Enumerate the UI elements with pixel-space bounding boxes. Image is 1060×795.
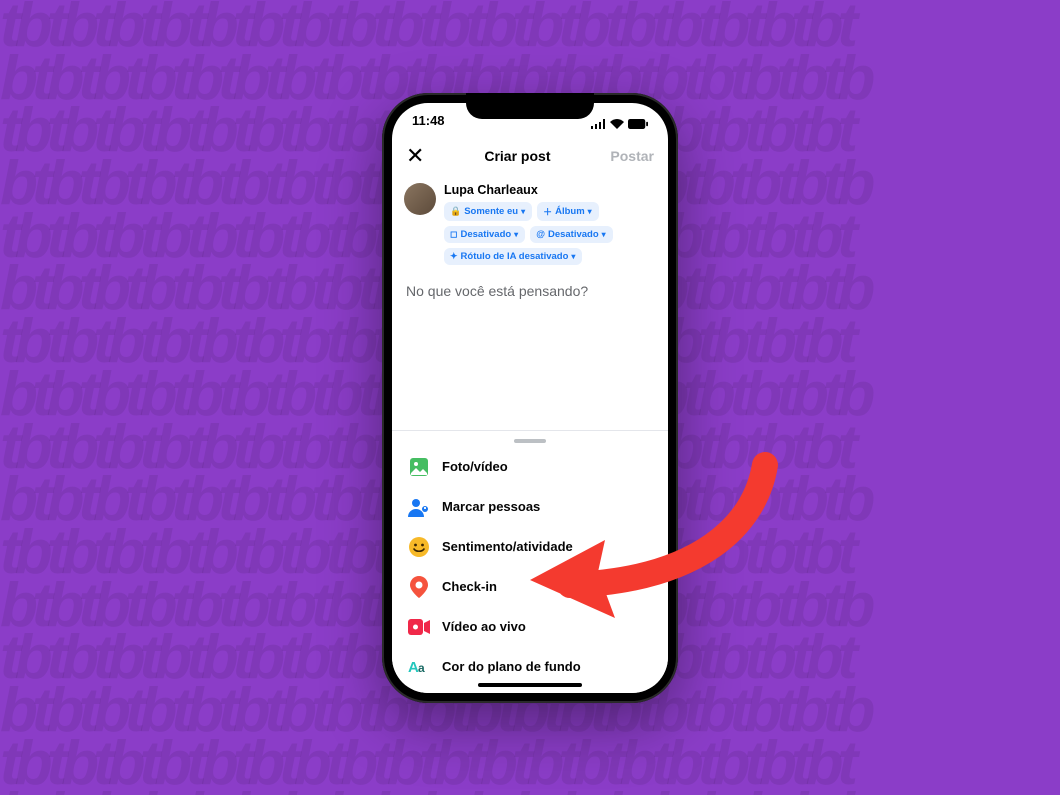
option-label: Sentimento/atividade [442, 539, 573, 554]
option-background-color[interactable]: Aa Cor do plano de fundo [392, 647, 668, 687]
feeling-icon [408, 536, 430, 558]
sparkle-icon: ✦ [450, 251, 458, 262]
chip-audience[interactable]: 🔒Somente eu▾ [444, 202, 532, 221]
post-button[interactable]: Postar [610, 148, 654, 164]
threads-icon: @ [536, 229, 545, 239]
option-label: Marcar pessoas [442, 499, 540, 514]
chip-ai[interactable]: ✦Rótulo de IA desativado▾ [444, 248, 582, 265]
option-label: Check-in [442, 579, 497, 594]
lock-icon: 🔒 [450, 206, 461, 217]
user-name: Lupa Charleaux [444, 183, 656, 197]
live-video-icon [408, 616, 430, 638]
chevron-down-icon: ▾ [602, 230, 606, 239]
option-photo-video[interactable]: Foto/vídeo [392, 447, 668, 487]
close-button[interactable]: ✕ [406, 145, 424, 167]
phone-frame: 11:48 ✕ Criar post Postar Lupa Charle [382, 93, 678, 703]
status-time: 11:48 [412, 113, 445, 137]
avatar[interactable] [404, 183, 436, 215]
svg-text:a: a [418, 661, 425, 675]
text-color-icon: Aa [408, 656, 430, 678]
nav-bar: ✕ Criar post Postar [392, 137, 668, 175]
option-label: Foto/vídeo [442, 459, 508, 474]
status-icons [591, 113, 648, 137]
chip-label: Álbum [555, 206, 585, 217]
plus-icon: ＋ [543, 205, 552, 218]
composer-input[interactable]: No que você está pensando? [392, 273, 668, 309]
chip-off2[interactable]: @Desativado▾ [530, 226, 612, 243]
tag-people-icon [408, 496, 430, 518]
wifi-icon [610, 117, 624, 132]
chip-label: Somente eu [464, 206, 518, 217]
screen: 11:48 ✕ Criar post Postar Lupa Charle [392, 103, 668, 693]
options-sheet: Foto/vídeo Marcar pessoas Sentimento/ati… [392, 430, 668, 693]
chevron-down-icon: ▾ [514, 230, 518, 239]
chip-off1[interactable]: ◻Desativado▾ [444, 226, 525, 243]
option-label: Cor do plano de fundo [442, 659, 581, 674]
option-checkin[interactable]: Check-in [392, 567, 668, 607]
location-icon [408, 576, 430, 598]
home-indicator[interactable] [478, 683, 582, 687]
chip-album[interactable]: ＋Álbum▾ [537, 202, 599, 221]
sheet-grabber[interactable] [514, 439, 546, 443]
page-title: Criar post [484, 148, 550, 164]
signal-icon [591, 117, 606, 132]
battery-icon [628, 117, 648, 132]
chevron-down-icon: ▾ [588, 207, 592, 216]
option-live-video[interactable]: Vídeo ao vivo [392, 607, 668, 647]
instagram-icon: ◻ [450, 229, 457, 240]
notch [466, 93, 594, 119]
chevron-down-icon: ▾ [521, 207, 525, 216]
chip-label: Desativado [460, 229, 511, 240]
option-feeling[interactable]: Sentimento/atividade [392, 527, 668, 567]
option-tag-people[interactable]: Marcar pessoas [392, 487, 668, 527]
chip-label: Desativado [548, 229, 599, 240]
option-label: Vídeo ao vivo [442, 619, 526, 634]
audience-chips: 🔒Somente eu▾ ＋Álbum▾ ◻Desativado▾ @Desat… [444, 202, 656, 265]
composer-header: Lupa Charleaux 🔒Somente eu▾ ＋Álbum▾ ◻Des… [392, 175, 668, 273]
chip-label: Rótulo de IA desativado [461, 251, 569, 262]
chevron-down-icon: ▾ [571, 252, 575, 261]
photo-icon [408, 456, 430, 478]
